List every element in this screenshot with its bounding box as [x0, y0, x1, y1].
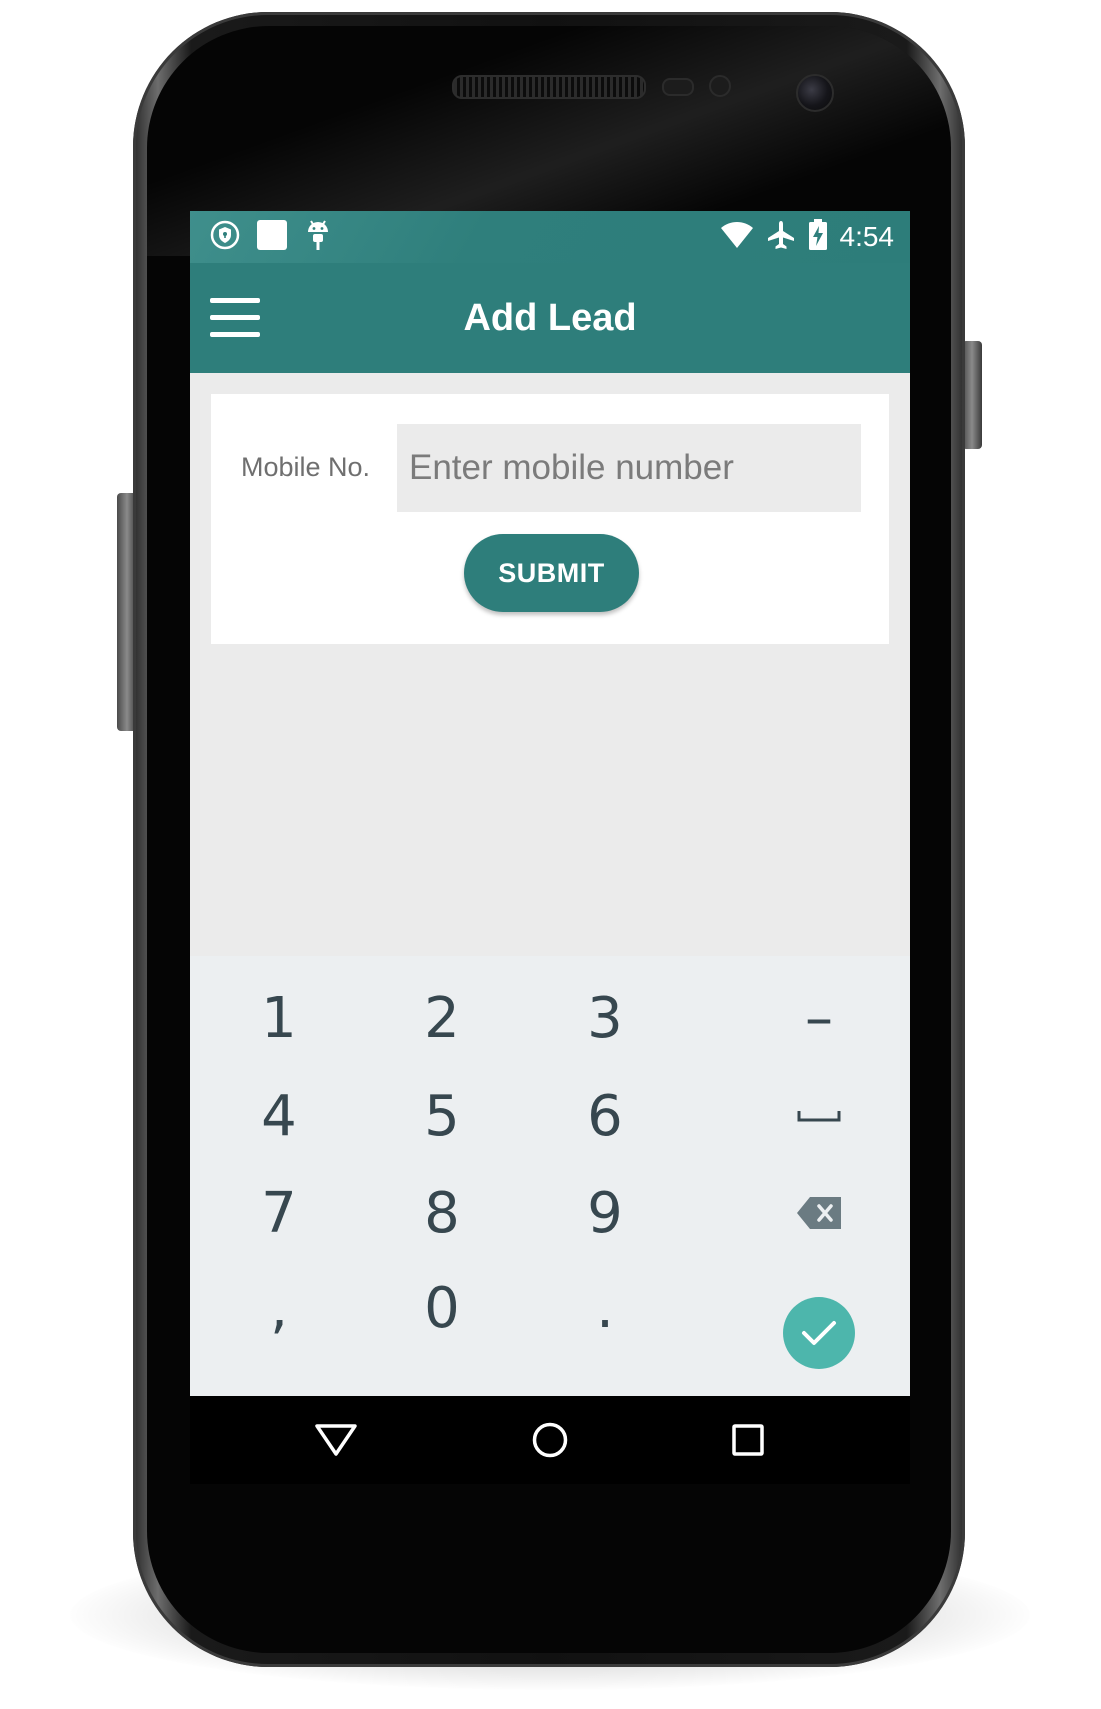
vpn-shield-icon	[210, 220, 240, 254]
backspace-icon	[797, 1197, 841, 1229]
back-icon[interactable]	[310, 1414, 362, 1466]
space-bar-icon	[797, 1111, 841, 1122]
key-2[interactable]: 2	[353, 966, 531, 1070]
key-6[interactable]: 6	[516, 1064, 694, 1168]
checkmark-icon	[802, 1321, 836, 1345]
key-5[interactable]: 5	[353, 1064, 531, 1168]
airplane-mode-icon	[766, 220, 796, 254]
wifi-icon	[720, 221, 754, 253]
done-key[interactable]	[783, 1297, 855, 1369]
status-time: 4:54	[839, 221, 895, 252]
home-icon[interactable]	[524, 1414, 576, 1466]
key-9[interactable]: 9	[516, 1161, 694, 1265]
submit-button[interactable]: SUBMIT	[464, 534, 639, 612]
hamburger-menu-icon[interactable]	[210, 295, 260, 339]
mobile-number-input[interactable]	[397, 424, 861, 512]
device-power-button	[962, 341, 982, 449]
device-speaker	[452, 75, 646, 99]
app-bar: Add Lead	[190, 263, 910, 373]
battery-charging-icon	[808, 219, 828, 255]
mobile-number-label: Mobile No.	[241, 452, 371, 482]
key-3[interactable]: 3	[516, 966, 694, 1070]
key-8[interactable]: 8	[353, 1161, 531, 1265]
key-comma[interactable]: ,	[190, 1256, 368, 1360]
page-title: Add Lead	[463, 297, 637, 339]
navigation-bar	[190, 1396, 910, 1484]
device-front-camera	[796, 74, 834, 112]
key-0[interactable]: 0	[353, 1256, 531, 1360]
notification-square-icon	[256, 219, 288, 255]
device-sensor	[662, 78, 694, 96]
phone-screen: 4:54 Add Lead Mobile No. SUBMIT 1 2 3 – …	[190, 211, 910, 1484]
status-left-icons	[210, 218, 332, 256]
android-debug-icon	[304, 218, 332, 256]
key-1[interactable]: 1	[190, 966, 368, 1070]
status-bar: 4:54	[190, 211, 910, 263]
device-sensor	[709, 75, 731, 97]
recents-icon[interactable]	[722, 1414, 774, 1466]
key-period[interactable]: .	[516, 1256, 694, 1360]
status-right-icons: 4:54	[720, 219, 895, 255]
add-lead-form: Mobile No. SUBMIT	[211, 394, 889, 644]
key-space[interactable]	[730, 1064, 908, 1168]
numeric-keypad: 1 2 3 – 4 5 6 7 8 9 , 0 .	[190, 956, 910, 1396]
key-7[interactable]: 7	[190, 1161, 368, 1265]
key-minus[interactable]: –	[730, 966, 908, 1070]
key-backspace[interactable]	[730, 1161, 908, 1265]
key-4[interactable]: 4	[190, 1064, 368, 1168]
